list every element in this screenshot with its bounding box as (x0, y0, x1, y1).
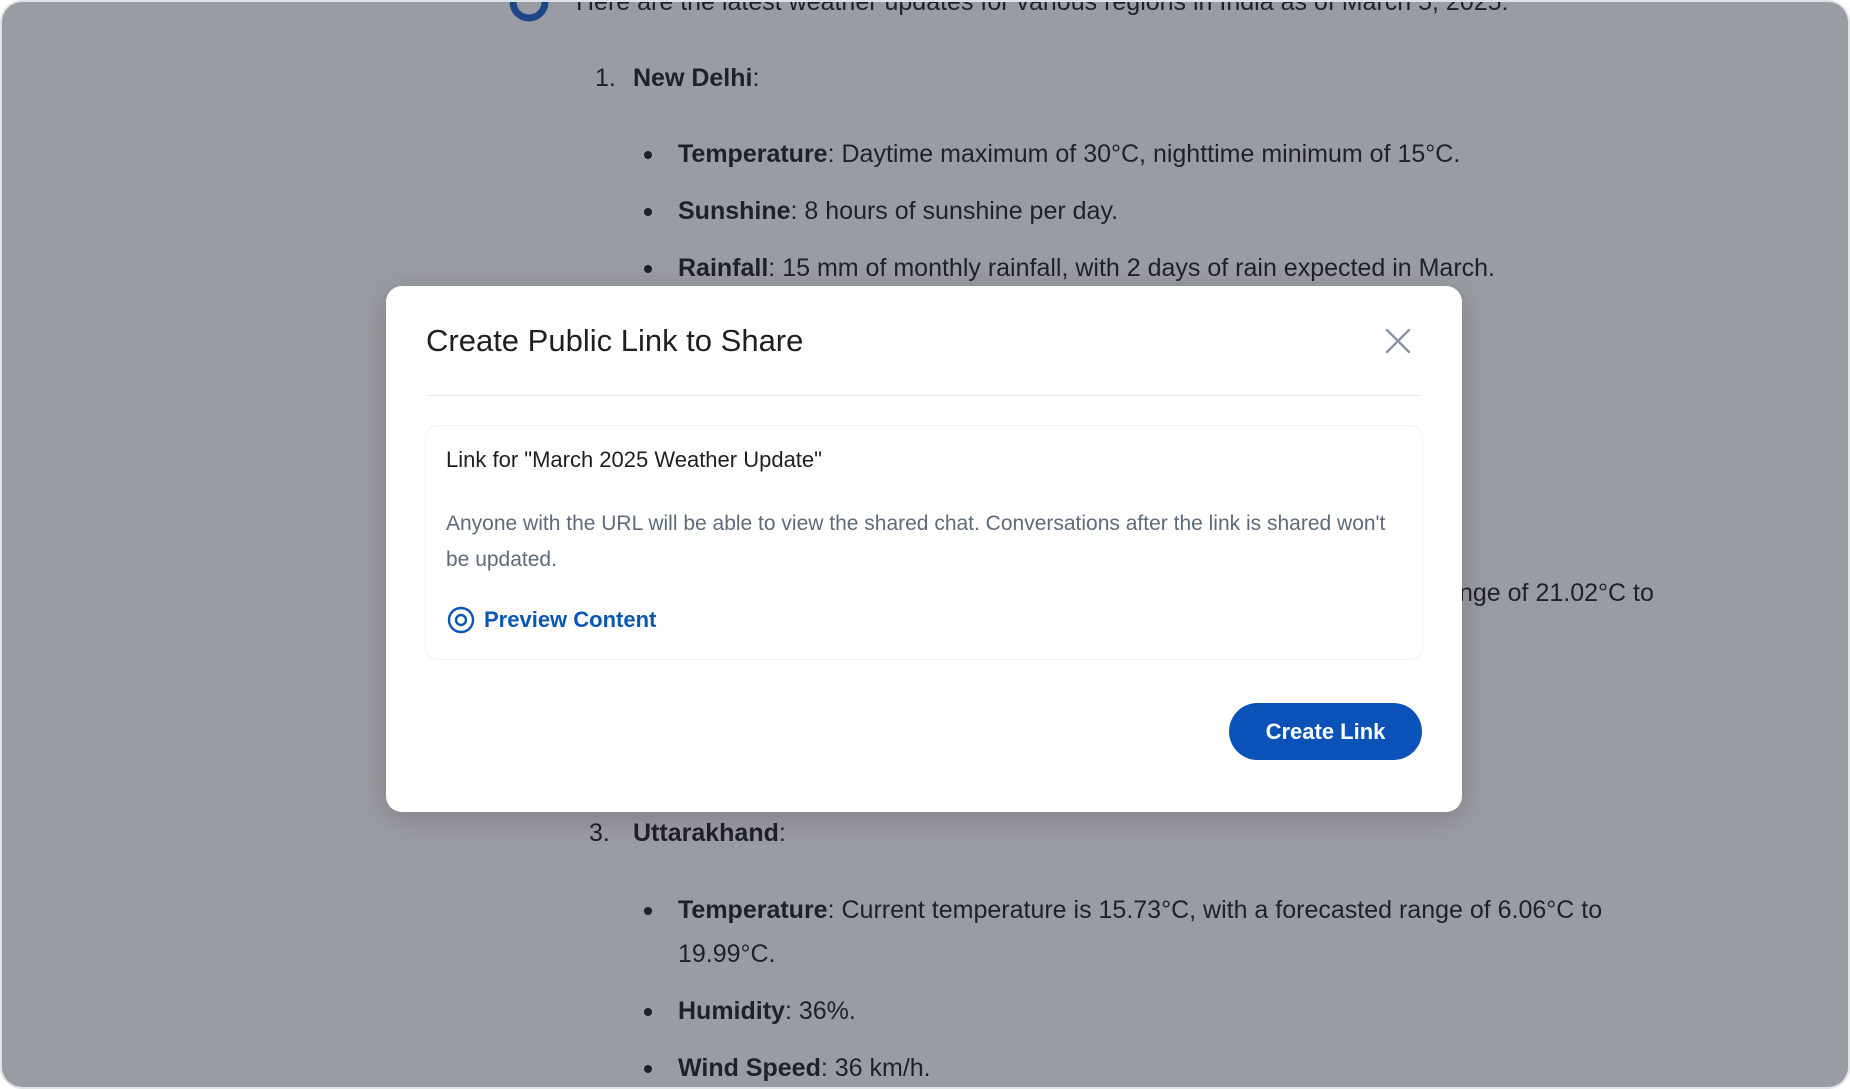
close-icon (1385, 328, 1411, 354)
dialog-title: Create Public Link to Share (426, 323, 804, 358)
share-link-dialog: Create Public Link to Share Link for "Ma… (386, 286, 1462, 812)
create-link-button[interactable]: Create Link (1229, 703, 1422, 760)
link-description: Anyone with the URL will be able to view… (446, 512, 1386, 571)
close-button[interactable] (1381, 324, 1415, 358)
preview-content-label: Preview Content (484, 607, 657, 632)
eye-icon (447, 606, 475, 634)
link-info-card: Link for "March 2025 Weather Update" Any… (426, 426, 1422, 659)
preview-content-link[interactable]: Preview Content (446, 605, 656, 635)
dialog-divider (426, 395, 1422, 396)
app-window: Here are the latest weather updates for … (0, 0, 1850, 1089)
link-title: Link for "March 2025 Weather Update" (446, 447, 822, 472)
